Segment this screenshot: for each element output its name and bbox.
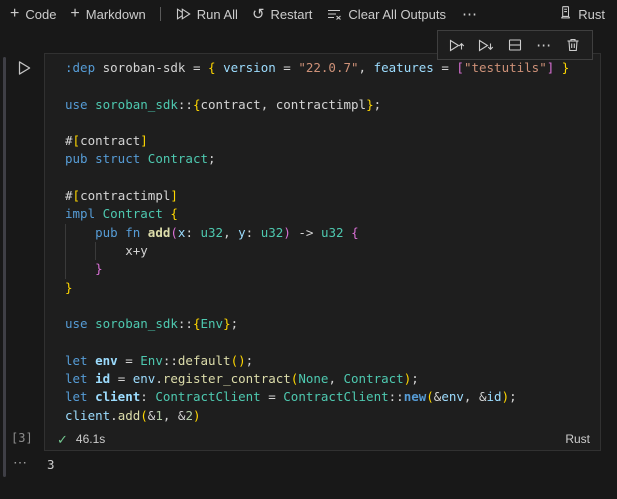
code-line[interactable]: pub fn add(x: u32, y: u32) -> u32 { [65, 223, 592, 242]
run-all-button[interactable]: Run All [175, 6, 238, 22]
plus-icon: + [10, 5, 20, 22]
output-more-button[interactable]: ⋯ [13, 454, 28, 471]
restart-icon: ↺ [251, 5, 265, 23]
code-line[interactable] [65, 77, 592, 95]
notebook-editor: + Code + Markdown Run All ↺ Restart Clea… [0, 0, 617, 499]
execute-above-button[interactable] [445, 33, 469, 57]
restart-label: Restart [270, 6, 313, 22]
kernel-icon [558, 5, 573, 23]
cell-editor: :dep soroban-sdk = { version = "22.0.7",… [44, 53, 601, 451]
toolbar-separator [159, 7, 161, 21]
restart-button[interactable]: ↺ Restart [252, 7, 312, 22]
add-code-button[interactable]: + Code [10, 6, 56, 22]
code-line[interactable]: #[contract] [65, 132, 592, 150]
code-line[interactable]: } [65, 279, 592, 297]
indent-guide [65, 260, 66, 279]
code-line[interactable]: :dep soroban-sdk = { version = "22.0.7",… [65, 59, 592, 77]
indent-guide [65, 241, 66, 261]
clear-all-outputs-button[interactable]: Clear All Outputs [326, 6, 446, 22]
code-line[interactable]: let client: ContractClient = ContractCli… [65, 388, 592, 406]
indent-guide [65, 223, 66, 242]
toolbar-more-button[interactable]: ⋯ [460, 5, 480, 23]
cell-language-label[interactable]: Rust [565, 432, 590, 446]
execute-below-button[interactable] [474, 33, 498, 57]
code-line[interactable] [65, 169, 592, 187]
cell-output: 3 [47, 457, 55, 472]
cell-more-actions-button[interactable]: ⋯ [532, 33, 556, 57]
code-line[interactable] [65, 333, 592, 351]
notebook-toolbar: + Code + Markdown Run All ↺ Restart Clea… [0, 0, 617, 28]
indent-guide [95, 241, 97, 261]
code-line[interactable]: impl Contract { [65, 205, 592, 223]
code-line[interactable]: use soroban_sdk::{Env}; [65, 315, 592, 333]
run-cell-button[interactable] [14, 59, 34, 79]
code-line[interactable]: client.add(&1, &2) [65, 407, 592, 425]
cell-status-bar: ✓ 46.1s Rust [45, 428, 600, 450]
code-line[interactable]: use soroban_sdk::{contract, contractimpl… [65, 96, 592, 114]
code-line[interactable]: let env = Env::default(); [65, 352, 592, 370]
add-markdown-button[interactable]: + Markdown [70, 6, 145, 22]
code-line[interactable]: x+y [65, 241, 592, 261]
code-lines[interactable]: :dep soroban-sdk = { version = "22.0.7",… [45, 54, 600, 428]
cell-focus-bar [3, 57, 6, 477]
run-all-label: Run All [196, 6, 238, 22]
success-check-icon: ✓ [57, 431, 68, 447]
delete-cell-button[interactable] [561, 33, 585, 57]
kernel-picker-button[interactable]: Rust [558, 5, 605, 23]
split-cell-button[interactable] [503, 33, 527, 57]
execution-count: [3] [11, 431, 33, 445]
code-line[interactable] [65, 297, 592, 315]
clear-all-outputs-icon [326, 6, 342, 22]
clear-all-outputs-label: Clear All Outputs [348, 6, 446, 22]
execution-duration: 46.1s [75, 432, 106, 446]
add-code-label: Code [25, 6, 57, 22]
run-all-icon [175, 6, 191, 22]
add-markdown-label: Markdown [85, 6, 146, 22]
kernel-label: Rust [578, 6, 605, 22]
plus-icon: + [70, 5, 80, 22]
cell-toolbar: ⋯ [437, 30, 593, 60]
code-line[interactable]: #[contractimpl] [65, 187, 592, 205]
code-line[interactable] [65, 114, 592, 132]
code-line[interactable]: pub struct Contract; [65, 150, 592, 168]
code-line[interactable]: let id = env.register_contract(None, Con… [65, 370, 592, 388]
code-line[interactable]: } [65, 260, 592, 279]
